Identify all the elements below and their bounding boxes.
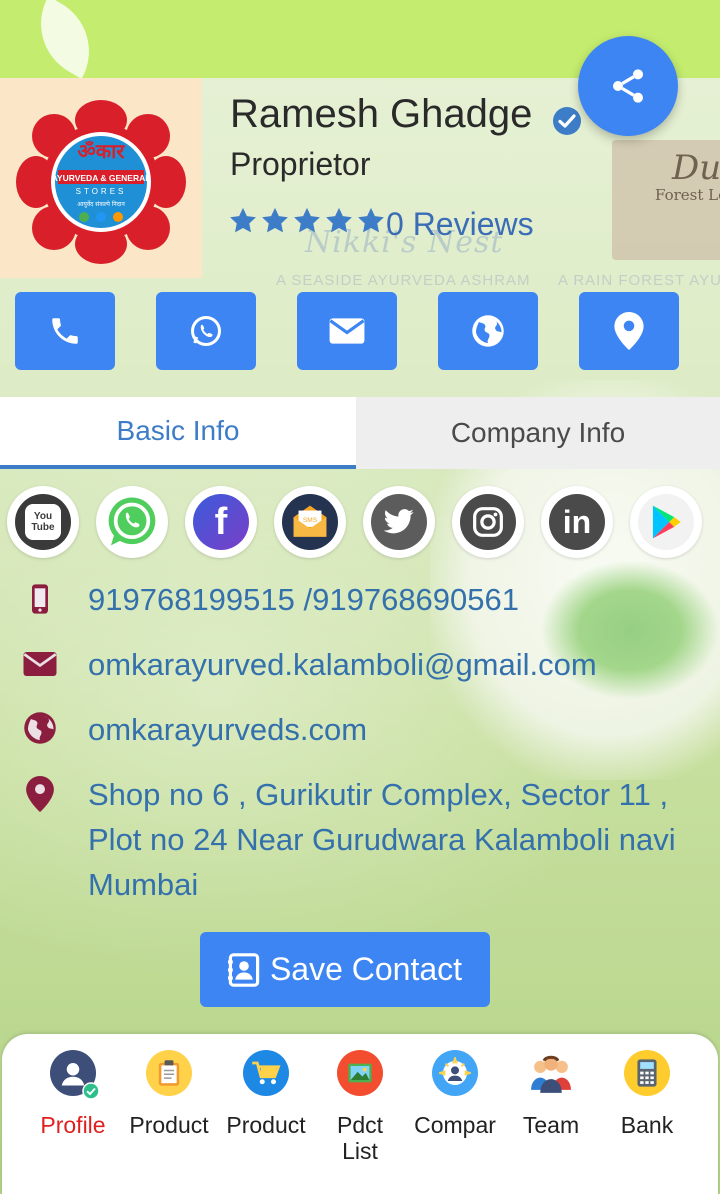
facebook-icon: f	[193, 494, 249, 550]
envelope-icon	[329, 318, 365, 344]
nav-team[interactable]: Team	[502, 1050, 600, 1138]
background-tagline-right: A RAIN FOREST AYU	[558, 272, 720, 289]
whatsapp-icon	[191, 316, 221, 346]
star-icon	[230, 207, 256, 233]
nav-company[interactable]: Compar	[406, 1050, 504, 1138]
contact-email[interactable]: omkarayurved.kalamboli@gmail.com	[88, 642, 597, 687]
star-icon	[262, 207, 288, 233]
instagram-icon	[460, 494, 516, 550]
social-sms[interactable]: SMS	[274, 486, 346, 558]
nav-product-label: Product	[129, 1112, 209, 1138]
rating-stars	[228, 206, 386, 236]
logo-om-text: ॐकार	[78, 139, 126, 163]
social-youtube[interactable]: You Tube	[7, 486, 79, 558]
clipboard-icon	[146, 1050, 192, 1096]
youtube-icon: You Tube	[15, 494, 71, 550]
facebook-label: f	[214, 500, 228, 543]
nav-profile-label: Profile	[40, 1112, 106, 1138]
star-icon	[358, 207, 384, 233]
bottom-navigation: Profile Product Product Pdct List Compar…	[2, 1034, 718, 1194]
social-twitter[interactable]	[363, 486, 435, 558]
social-facebook[interactable]: f	[185, 486, 257, 558]
star-icon	[326, 207, 352, 233]
contact-website[interactable]: omkarayurveds.com	[88, 707, 367, 752]
nav-profile[interactable]: Profile	[24, 1050, 122, 1138]
share-button[interactable]	[578, 36, 678, 136]
contact-address[interactable]: Shop no 6 , Gurikutir Complex, Sector 11…	[88, 772, 688, 907]
contact-phone[interactable]: 919768199515 /919768690561	[88, 577, 519, 622]
calculator-icon	[624, 1050, 670, 1096]
address-marker-icon	[22, 774, 58, 814]
background-tagline-left: A SEASIDE AYURVEDA ASHRAM	[276, 272, 531, 289]
company-logo: ॐकार AYURVEDA & GENERAL STORES आयुर्वेद …	[16, 100, 186, 264]
website-globe-icon	[22, 708, 58, 748]
logo-line4: आयुर्वेद संकल्पे निदान	[77, 200, 125, 208]
nav-pdct-list[interactable]: Pdct List	[311, 1050, 409, 1164]
whatsapp-icon	[104, 494, 160, 550]
logo-line2: AYURVEDA & GENERAL	[52, 173, 151, 183]
social-play-store[interactable]	[630, 486, 702, 558]
shopping-cart-icon	[243, 1050, 289, 1096]
nav-company-label: Compar	[414, 1112, 496, 1138]
nav-bank[interactable]: Bank	[598, 1050, 696, 1138]
email-button[interactable]	[297, 292, 397, 370]
call-button[interactable]	[15, 292, 115, 370]
info-tabs: Basic Info Company Info	[0, 397, 720, 469]
reviews-link[interactable]: 0 Reviews	[386, 206, 534, 243]
profile-role: Proprietor	[230, 146, 371, 182]
logo-line3: STORES	[76, 187, 127, 196]
nav-pdct-list-label: Pdct List	[336, 1112, 384, 1164]
social-whatsapp[interactable]	[96, 486, 168, 558]
nav-product-cart[interactable]: Product	[217, 1050, 315, 1138]
twitter-icon	[371, 494, 427, 550]
sign-board-subtitle: Forest Lo	[655, 186, 720, 204]
location-button[interactable]	[579, 292, 679, 370]
profile-name: Ramesh Ghadge	[230, 92, 533, 136]
linkedin-icon: in	[549, 494, 605, 550]
map-marker-icon	[614, 312, 644, 350]
sign-board-title: Du	[672, 148, 720, 188]
email-icon	[22, 644, 58, 684]
verified-check-icon	[82, 1082, 100, 1100]
tab-basic-info[interactable]: Basic Info	[0, 397, 356, 469]
gallery-icon	[337, 1050, 383, 1096]
company-badge-icon	[432, 1050, 478, 1096]
sms-label: SMS	[303, 517, 318, 524]
globe-icon	[472, 315, 504, 347]
linkedin-label: in	[562, 503, 592, 540]
verified-badge-icon	[553, 107, 581, 135]
mobile-phone-icon	[22, 579, 58, 619]
save-contact-button[interactable]: Save Contact	[200, 932, 490, 1007]
play-store-icon	[638, 494, 694, 550]
nav-product[interactable]: Product	[120, 1050, 218, 1138]
profile-user-icon	[50, 1050, 100, 1100]
save-contact-label: Save Contact	[269, 951, 463, 987]
nav-team-label: Team	[522, 1112, 580, 1138]
nav-bank-label: Bank	[620, 1112, 674, 1138]
social-linkedin[interactable]: in	[541, 486, 613, 558]
nav-product-cart-label: Product	[226, 1112, 306, 1138]
social-instagram[interactable]	[452, 486, 524, 558]
share-icon	[613, 69, 643, 103]
star-icon	[294, 207, 320, 233]
whatsapp-button[interactable]	[156, 292, 256, 370]
phone-icon	[52, 318, 78, 344]
youtube-label: You Tube	[31, 511, 55, 533]
team-people-icon	[528, 1050, 574, 1096]
website-button[interactable]	[438, 292, 538, 370]
sms-icon: SMS	[282, 494, 338, 550]
company-logo-panel: ॐकार AYURVEDA & GENERAL STORES आयुर्वेद …	[0, 78, 202, 278]
address-book-icon	[227, 952, 260, 987]
tab-company-info[interactable]: Company Info	[356, 397, 720, 469]
